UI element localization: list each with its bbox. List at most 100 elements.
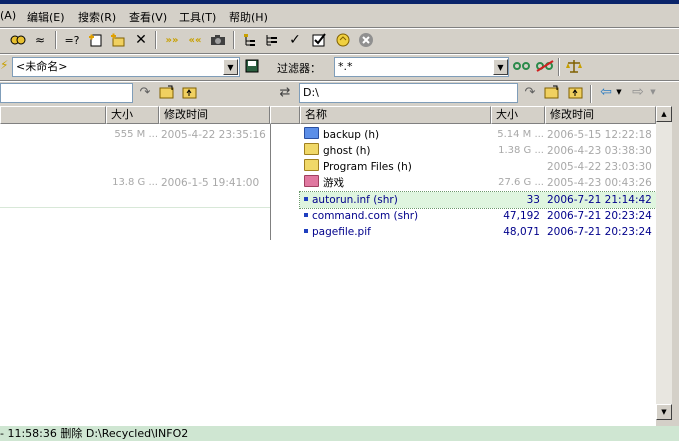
right-refresh-icon[interactable]: ↷ <box>520 82 540 102</box>
forward-dropdown-icon[interactable]: ▼ <box>648 82 658 102</box>
back-arrow-icon[interactable]: ⇦ <box>596 82 616 102</box>
balance-icon[interactable] <box>564 56 584 76</box>
filter-dropdown-button[interactable]: ▼ <box>493 59 508 75</box>
divider-header <box>270 106 300 124</box>
right-row-name-text: autorun.inf (shr) <box>312 194 398 206</box>
menu-item-a[interactable]: (A) <box>0 9 16 22</box>
right-row-highlighted[interactable]: autorun.inf (shr) 33 2006-7-21 21:14:42 <box>299 191 657 209</box>
save-session-icon[interactable] <box>242 56 262 76</box>
title-bar-edge <box>0 0 679 4</box>
file-icon <box>304 229 308 233</box>
tree-list-icon[interactable] <box>262 30 282 50</box>
left-row-modified: 2006-1-5 19:41:00 <box>161 177 260 189</box>
left-header-blank[interactable] <box>0 106 106 124</box>
left-path-field[interactable] <box>0 83 133 103</box>
right-row-name-text: ghost (h) <box>323 145 371 157</box>
cancel-icon[interactable] <box>356 30 376 50</box>
right-path-field[interactable]: D:\ <box>299 83 518 103</box>
tree-icon[interactable] <box>240 30 260 50</box>
folder-icon <box>304 159 319 171</box>
right-row-modified: 2006-4-23 03:38:30 <box>547 145 652 157</box>
left-row[interactable] <box>0 143 270 159</box>
right-row-modified: 2005-4-22 23:03:30 <box>547 161 652 173</box>
show-filter-icon[interactable] <box>512 56 532 76</box>
vertical-scrollbar[interactable]: ▲ ▼ <box>656 106 672 420</box>
right-row-modified: 2005-4-23 00:43:26 <box>547 177 652 189</box>
folder-icon <box>304 127 319 139</box>
left-row-size: 13.8 G ... <box>112 177 158 188</box>
left-refresh-icon[interactable]: ↷ <box>135 82 155 102</box>
file-icon <box>304 213 308 217</box>
left-open-folder-icon[interactable] <box>157 82 177 102</box>
right-path-value: D:\ <box>303 86 319 99</box>
right-row-size: 1.38 G ... <box>498 145 544 156</box>
swap-sides-icon[interactable]: ⇄ <box>275 82 295 102</box>
right-row-name: 游戏 <box>304 175 490 191</box>
right-row-name-text: 游戏 <box>323 177 344 189</box>
session-dropdown-button[interactable]: ▼ <box>223 59 238 75</box>
menu-item-help[interactable]: 帮助(H) <box>229 9 268 25</box>
delete-icon[interactable]: ✕ <box>131 30 151 50</box>
session-row: ⚡ <未命名> ▼ 过滤器： *.* ▼ <box>0 55 679 80</box>
menu-item-view[interactable]: 查看(V) <box>129 9 167 25</box>
filter-label: 过滤器： <box>277 62 321 75</box>
right-row-size: 48,071 <box>503 226 540 238</box>
right-header-size[interactable]: 大小 <box>491 106 545 124</box>
scroll-up-button[interactable]: ▲ <box>656 106 672 122</box>
right-row-name: pagefile.pif <box>304 224 490 240</box>
new-file-icon[interactable] <box>86 30 106 50</box>
expand-all-icon[interactable]: »» <box>162 30 182 50</box>
right-row-size: 47,192 <box>503 210 540 222</box>
left-row[interactable] <box>0 159 270 175</box>
right-row[interactable]: backup (h) 5.14 M ... 2006-5-15 12:22:18 <box>300 127 656 143</box>
left-header-size[interactable]: 大小 <box>106 106 159 124</box>
right-row-name: Program Files (h) <box>304 159 490 175</box>
right-row[interactable]: pagefile.pif 48,071 2006-7-21 20:23:24 <box>300 224 656 240</box>
hand-icon[interactable] <box>333 30 353 50</box>
left-header-modified[interactable]: 修改时间 <box>159 106 270 124</box>
session-name-combo[interactable]: <未命名> <box>12 57 240 77</box>
menu-item-tools[interactable]: 工具(T) <box>179 9 216 25</box>
compare-icon[interactable]: ≈ <box>30 30 50 50</box>
panel-divider[interactable] <box>270 106 300 426</box>
right-row[interactable]: command.com (shr) 47,192 2006-7-21 20:23… <box>300 208 656 224</box>
forward-arrow-icon[interactable]: ⇨ <box>628 82 648 102</box>
status-text: - 11:58:36 删除 D:\Recycled\INFO2 <box>0 427 189 440</box>
left-row[interactable]: 555 M ... 2005-4-22 23:35:16 <box>0 127 270 143</box>
check-box-icon[interactable] <box>309 30 329 50</box>
equal-icon[interactable]: =? <box>62 30 82 50</box>
right-row[interactable]: Program Files (h) 2005-4-22 23:03:30 <box>300 159 656 175</box>
folder-icon <box>304 143 319 155</box>
right-row[interactable]: 游戏 27.6 G ... 2005-4-23 00:43:26 <box>300 175 656 191</box>
toolbar: ≈ =? ✕ »» «« ✓ <box>0 28 679 52</box>
right-header-modified[interactable]: 修改时间 <box>545 106 656 124</box>
right-row-name: ghost (h) <box>304 143 490 159</box>
menu-item-search[interactable]: 搜索(R) <box>78 9 116 25</box>
right-row-size: 27.6 G ... <box>498 177 544 188</box>
scroll-down-button[interactable]: ▼ <box>656 404 672 420</box>
filter-value: *.* <box>338 60 353 73</box>
session-name-value: <未命名> <box>16 60 68 73</box>
check-icon[interactable]: ✓ <box>285 30 305 50</box>
right-row-size: 5.14 M ... <box>497 129 544 140</box>
back-dropdown-icon[interactable]: ▼ <box>614 82 624 102</box>
right-row[interactable]: ghost (h) 1.38 G ... 2006-4-23 03:38:30 <box>300 143 656 159</box>
right-open-folder-icon[interactable] <box>542 82 562 102</box>
camera-icon[interactable] <box>208 30 228 50</box>
left-row[interactable]: 13.8 G ... 2006-1-5 19:41:00 <box>0 175 270 191</box>
folder-pink-icon <box>304 175 319 187</box>
left-up-folder-icon[interactable] <box>180 82 200 102</box>
new-folder-icon[interactable] <box>108 30 128 50</box>
sync-icon[interactable] <box>8 30 28 50</box>
right-up-folder-icon[interactable] <box>566 82 586 102</box>
left-row-size: 555 M ... <box>114 129 158 140</box>
collapse-all-icon[interactable]: «« <box>185 30 205 50</box>
menu-item-edit[interactable]: 编辑(E) <box>27 9 65 25</box>
status-bar: - 11:58:36 删除 D:\Recycled\INFO2 <box>0 426 679 441</box>
filter-combo[interactable]: *.* <box>334 57 509 77</box>
right-row-name-text: command.com (shr) <box>312 210 419 222</box>
path-row: ↷ ⇄ D:\ ↷ ⇦ ▼ ⇨ ▼ <box>0 82 679 104</box>
hide-filter-icon[interactable] <box>535 56 555 76</box>
left-empty-row-line <box>0 207 270 208</box>
right-header-name[interactable]: 名称 <box>300 106 491 124</box>
